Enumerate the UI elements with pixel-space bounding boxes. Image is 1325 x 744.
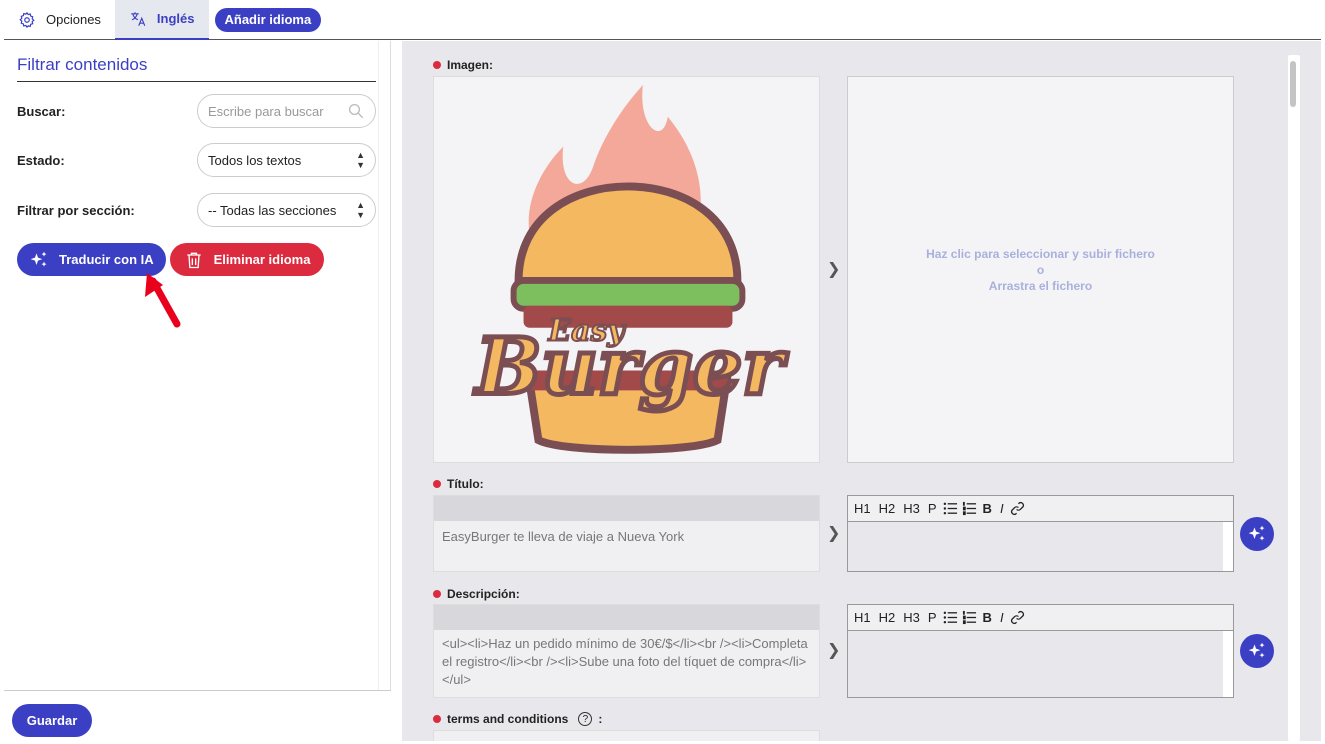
editor-toolbar: H1 H2 H3 P B I (848, 605, 1233, 631)
terms-field-label: terms and conditions ? : (433, 712, 602, 726)
description-editor: H1 H2 H3 P B I (847, 604, 1234, 698)
section-label: Filtrar por sección: (17, 202, 135, 218)
logo-burger-text: Burger (474, 321, 788, 412)
translate-description-ai-button[interactable] (1240, 634, 1274, 668)
tab-options-label: Opciones (46, 12, 101, 27)
link-icon[interactable] (1010, 610, 1025, 625)
section-row: Filtrar por sección: -- Todas las seccio… (17, 192, 376, 228)
filter-title: Filtrar contenidos (17, 55, 376, 82)
status-label: Estado: (17, 152, 65, 168)
source-image: Easy Burger (433, 76, 820, 463)
translate-ai-label: Traducir con IA (59, 252, 154, 267)
select-arrows-icon: ▲ ▼ (356, 200, 365, 220)
h3-button[interactable]: H3 (901, 501, 922, 516)
paragraph-button[interactable]: P (926, 501, 939, 516)
sparkles-icon (1248, 525, 1265, 541)
title-field-label: Título: (433, 477, 484, 491)
search-icon (348, 103, 364, 119)
pointer-arrow-annotation (145, 273, 181, 328)
editor-scrollbar (1223, 522, 1233, 571)
required-dot (433, 715, 441, 723)
description-edit-area[interactable] (848, 631, 1233, 697)
tab-options[interactable]: Opciones (4, 0, 115, 40)
tab-language-label: Inglés (156, 11, 195, 26)
chevron-right-icon: ❯ (827, 525, 841, 542)
translate-title-ai-button[interactable] (1240, 517, 1274, 551)
required-dot (433, 590, 441, 598)
editor-scrollbar (1223, 631, 1233, 697)
dropzone-line1: Haz clic para seleccionar y subir ficher… (926, 246, 1155, 261)
terms-source (433, 730, 820, 741)
easyburger-logo: Easy Burger (471, 84, 791, 454)
paragraph-button[interactable]: P (926, 610, 939, 625)
required-dot (433, 480, 441, 488)
italic-button[interactable]: I (998, 610, 1006, 625)
filter-panel: Filtrar contenidos Buscar: Escribe para … (4, 41, 391, 741)
title-source-text: EasyBurger te lleva de viaje a Nueva Yor… (442, 529, 685, 544)
add-language-button[interactable]: Añadir idioma (214, 7, 322, 32)
title-label: Título: (447, 477, 484, 491)
description-label: Descripción: (447, 587, 520, 601)
italic-button[interactable]: I (998, 501, 1006, 516)
tab-language-english[interactable]: Inglés (114, 0, 209, 40)
numbered-list-icon[interactable] (962, 501, 977, 516)
required-dot (433, 61, 441, 69)
section-select[interactable]: -- Todas las secciones ▲ ▼ (197, 193, 376, 227)
trash-icon (186, 252, 201, 268)
section-value: -- Todas las secciones (208, 202, 337, 218)
image-dropzone[interactable]: Haz clic para seleccionar y subir ficher… (847, 76, 1234, 463)
bullet-list-icon[interactable] (943, 501, 958, 516)
status-row: Estado: Todos los textos ▲ ▼ (17, 142, 376, 178)
bullet-list-icon[interactable] (943, 610, 958, 625)
description-field-label: Descripción: (433, 587, 520, 601)
dropzone-line3: Arrastra el fichero (988, 278, 1093, 293)
h3-button[interactable]: H3 (901, 610, 922, 625)
sparkles-icon (1248, 642, 1265, 658)
search-label: Buscar: (17, 103, 66, 119)
image-field-label: Imagen: (433, 58, 493, 72)
filter-footer: Guardar (4, 690, 391, 741)
top-tabs: Opciones Inglés Añadir idioma (4, 0, 1321, 40)
title-editor: H1 H2 H3 P B I (847, 495, 1234, 572)
description-source-text: <ul><li>Haz un pedido mínimo de 30€/$</l… (442, 636, 808, 687)
delete-language-label: Eliminar idioma (213, 252, 311, 267)
description-source: <ul><li>Haz un pedido mínimo de 30€/$</l… (433, 604, 820, 698)
sparkles-icon (30, 251, 47, 267)
search-input[interactable]: Escribe para buscar (197, 94, 376, 128)
bold-button[interactable]: B (981, 501, 994, 516)
h1-button[interactable]: H1 (852, 610, 873, 625)
select-arrows-icon: ▲ ▼ (356, 150, 365, 170)
title-source: EasyBurger te lleva de viaje a Nueva Yor… (433, 495, 820, 572)
source-header-bar (434, 605, 819, 630)
help-icon[interactable]: ? (578, 712, 593, 726)
title-edit-area[interactable] (848, 522, 1233, 571)
chevron-right-icon: ❯ (827, 642, 841, 659)
link-icon[interactable] (1010, 501, 1025, 516)
bold-button[interactable]: B (981, 610, 994, 625)
terms-colon: : (598, 712, 603, 726)
h2-button[interactable]: H2 (877, 501, 898, 516)
save-button[interactable]: Guardar (12, 704, 92, 737)
source-header-bar (434, 496, 819, 521)
h1-button[interactable]: H1 (852, 501, 873, 516)
status-select[interactable]: Todos los textos ▲ ▼ (197, 143, 376, 177)
status-value: Todos los textos (208, 152, 302, 168)
filter-panel-scrollbar[interactable] (378, 41, 390, 691)
search-placeholder: Escribe para buscar (208, 103, 324, 119)
scrollbar-thumb[interactable] (1290, 61, 1296, 107)
terms-label: terms and conditions (447, 712, 569, 726)
numbered-list-icon[interactable] (962, 610, 977, 625)
editor-toolbar: H1 H2 H3 P B I (848, 496, 1233, 522)
translate-icon (131, 11, 146, 26)
gear-icon (19, 11, 35, 28)
delete-language-button[interactable]: Eliminar idioma (169, 243, 325, 276)
h2-button[interactable]: H2 (877, 610, 898, 625)
content-scrollbar[interactable] (1288, 55, 1300, 741)
dropzone-line2: o (1036, 262, 1045, 277)
image-label: Imagen: (447, 58, 494, 72)
chevron-right-icon: ❯ (827, 261, 841, 278)
search-row: Buscar: Escribe para buscar (17, 93, 376, 129)
translation-panel: Imagen: Easy Burger ❯ Haz clic para sele… (402, 41, 1321, 741)
